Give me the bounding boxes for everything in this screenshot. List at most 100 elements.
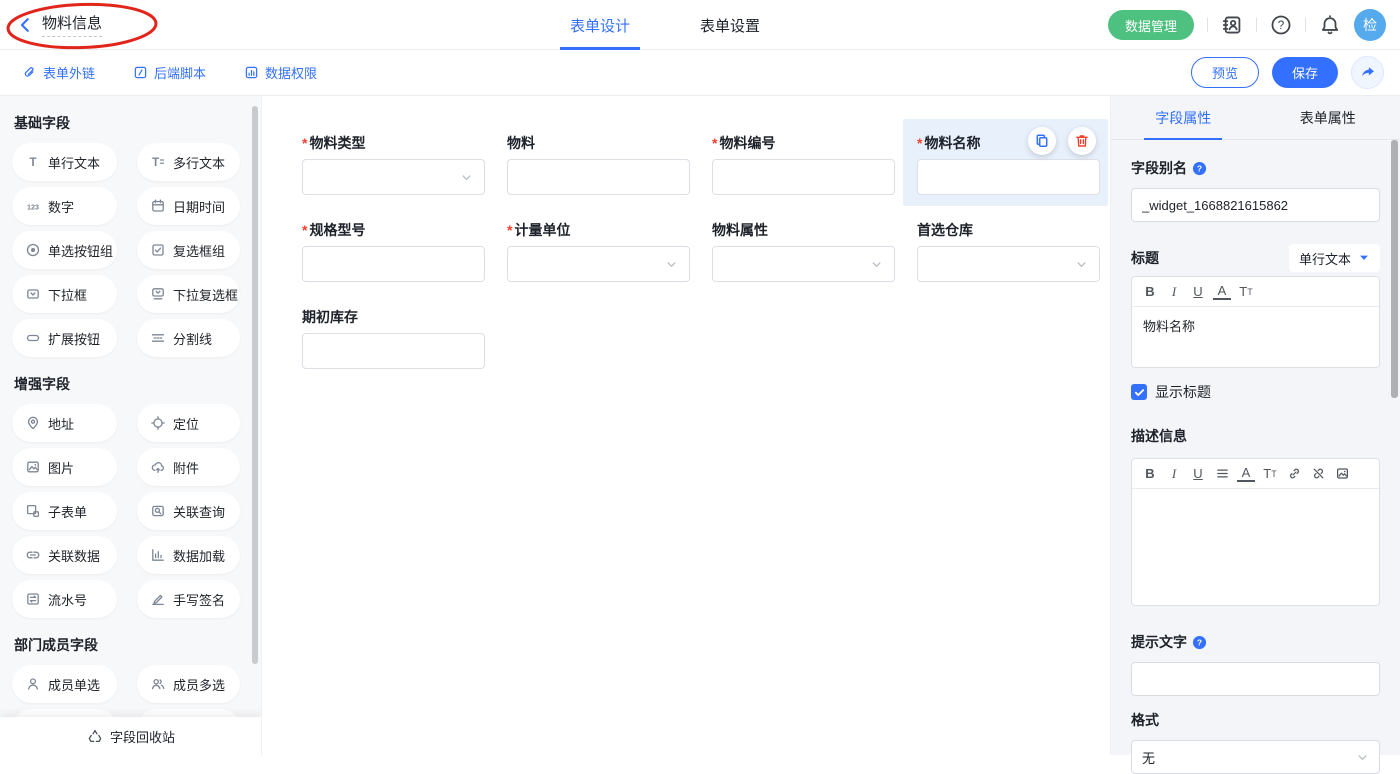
attachment-icon	[150, 459, 166, 475]
field-type-item[interactable]: 复选框组	[137, 231, 240, 269]
field-select-input[interactable]	[712, 246, 895, 282]
panel-scrollbar[interactable]	[1391, 140, 1398, 398]
italic-button[interactable]: I	[1165, 282, 1183, 302]
tab-field-properties[interactable]: 字段属性	[1111, 96, 1256, 139]
underline-button[interactable]: U	[1189, 464, 1207, 484]
canvas-field[interactable]: 首选仓库	[903, 206, 1108, 293]
field-type-item[interactable]: 图片	[12, 448, 117, 486]
field-type-item[interactable]: 地址	[12, 404, 117, 442]
avatar[interactable]: 检	[1354, 9, 1386, 41]
font-size-button[interactable]: TT	[1261, 464, 1279, 484]
field-type-item[interactable]: 下拉复选框	[137, 275, 240, 313]
copy-field-button[interactable]	[1028, 127, 1056, 155]
insert-link-button[interactable]	[1285, 464, 1303, 484]
show-title-checkbox[interactable]: 显示标题	[1131, 382, 1380, 402]
font-size-button[interactable]: TT	[1237, 282, 1255, 302]
field-type-item[interactable]: T单行文本	[12, 143, 117, 181]
save-button[interactable]: 保存	[1272, 57, 1338, 88]
canvas-field[interactable]: *物料名称	[903, 119, 1108, 206]
field-recycle-button[interactable]: 字段回收站	[0, 717, 262, 755]
chevron-left-icon	[16, 16, 34, 34]
field-text-input[interactable]	[507, 159, 690, 195]
field-type-item[interactable]: 123数字	[12, 187, 117, 225]
field-type-select[interactable]: 单行文本	[1289, 244, 1380, 272]
tab-form-properties[interactable]: 表单属性	[1256, 96, 1400, 139]
field-type-item[interactable]: 日期时间	[137, 187, 240, 225]
align-button[interactable]	[1213, 464, 1231, 484]
description-editor-content[interactable]	[1132, 489, 1379, 605]
field-type-item[interactable]: 子表单	[12, 492, 117, 530]
properties-panel: 字段属性 表单属性 字段别名 ? 标题 单行文本 BIUATT 物料名称 显示标…	[1110, 96, 1400, 755]
field-type-item[interactable]: 附件	[137, 448, 240, 486]
toolbar-link[interactable]: 数据权限	[244, 63, 317, 82]
field-type-item[interactable]: 分割线	[137, 319, 240, 357]
canvas-field[interactable]: *规格型号	[288, 206, 493, 293]
remove-link-button[interactable]	[1309, 464, 1327, 484]
question-circle-icon[interactable]: ?	[1192, 635, 1207, 650]
field-text-input[interactable]	[917, 159, 1100, 195]
field-select-input[interactable]	[917, 246, 1100, 282]
field-alias-input[interactable]	[1131, 188, 1380, 222]
divider-icon	[150, 330, 166, 346]
insert-image-button[interactable]	[1333, 464, 1351, 484]
field-type-item[interactable]: 扩展按钮	[12, 319, 117, 357]
bold-button[interactable]: B	[1141, 282, 1159, 302]
field-type-item[interactable]: 定位	[137, 404, 240, 442]
tab-form-design[interactable]: 表单设计	[560, 0, 640, 50]
svg-text:?: ?	[1197, 637, 1202, 647]
member-multi-icon	[150, 676, 166, 692]
data-permission-icon	[244, 65, 259, 80]
hint-text-input[interactable]	[1131, 662, 1380, 696]
bold-button[interactable]: B	[1141, 464, 1159, 484]
font-color-button[interactable]: A	[1213, 284, 1231, 300]
sidebar-scrollbar[interactable]	[252, 106, 258, 664]
chevron-down-icon	[1355, 750, 1370, 765]
underline-button[interactable]: U	[1189, 282, 1207, 302]
contacts-icon[interactable]	[1221, 14, 1243, 36]
delete-field-button[interactable]	[1068, 127, 1096, 155]
field-text-input[interactable]	[712, 159, 895, 195]
back-button[interactable]: 物料信息	[16, 12, 102, 37]
field-type-item[interactable]: 下拉框	[12, 275, 117, 313]
radio-group-icon	[25, 242, 41, 258]
description-editor: BIU A TT	[1131, 458, 1380, 606]
field-type-item[interactable]: 数据加载	[137, 536, 240, 574]
toolbar-link[interactable]: 后端脚本	[133, 63, 206, 82]
share-button[interactable]	[1351, 56, 1384, 89]
title-editor-content[interactable]: 物料名称	[1132, 307, 1379, 367]
multi-select-icon	[150, 286, 166, 302]
field-type-item[interactable]: 流水号	[12, 580, 117, 618]
field-type-item[interactable]: T多行文本	[137, 143, 240, 181]
title-label: 标题	[1131, 248, 1159, 268]
field-type-item[interactable]: 单选按钮组	[12, 231, 117, 269]
field-select-input[interactable]	[507, 246, 690, 282]
canvas-field[interactable]: 物料	[493, 119, 698, 206]
canvas-field[interactable]: *物料编号	[698, 119, 903, 206]
canvas-field[interactable]: *计量单位	[493, 206, 698, 293]
canvas-field[interactable]: 物料属性	[698, 206, 903, 293]
field-type-item[interactable]: 成员单选	[12, 665, 117, 703]
field-type-item[interactable]: 关联数据	[12, 536, 117, 574]
canvas-field[interactable]: *物料类型	[288, 119, 493, 206]
data-manage-button[interactable]: 数据管理	[1108, 10, 1194, 40]
form-design-canvas[interactable]: *物料类型物料*物料编号*物料名称 *规格型号*计量单位物料属性首选仓库期初库存	[263, 96, 1110, 755]
field-select-input[interactable]	[302, 159, 485, 195]
main-tabs: 表单设计 表单设置	[560, 0, 770, 50]
format-select[interactable]: 无	[1131, 740, 1380, 774]
field-type-item[interactable]: 手写签名	[137, 580, 240, 618]
form-title: 物料信息	[42, 12, 102, 37]
canvas-field[interactable]: 期初库存	[288, 293, 493, 380]
field-text-input[interactable]	[302, 333, 485, 369]
field-type-item[interactable]: 成员多选	[137, 665, 240, 703]
toolbar-link[interactable]: 表单外链	[22, 63, 95, 82]
font-color-button[interactable]: A	[1237, 466, 1255, 482]
extend-button-icon	[25, 330, 41, 346]
question-circle-icon[interactable]: ?	[1192, 161, 1207, 176]
help-icon[interactable]: ?	[1270, 14, 1292, 36]
field-text-input[interactable]	[302, 246, 485, 282]
tab-form-settings[interactable]: 表单设置	[690, 0, 770, 50]
preview-button[interactable]: 预览	[1191, 57, 1259, 88]
notification-icon[interactable]	[1319, 14, 1341, 36]
field-type-item[interactable]: 关联查询	[137, 492, 240, 530]
italic-button[interactable]: I	[1165, 464, 1183, 484]
